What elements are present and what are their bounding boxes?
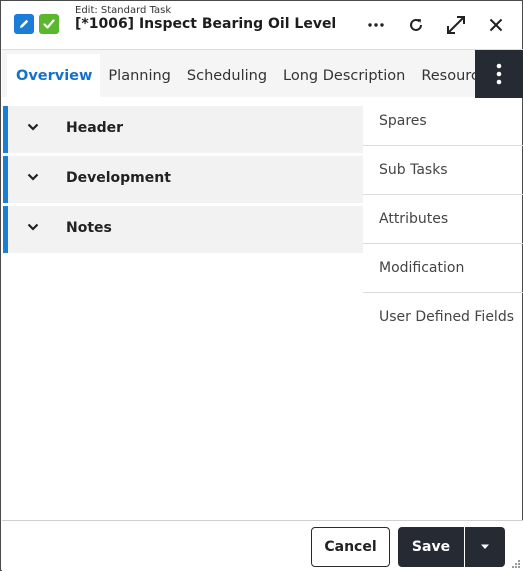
pencil-icon bbox=[14, 14, 34, 34]
resize-grip-icon[interactable] bbox=[511, 559, 521, 569]
section-label: Header bbox=[66, 120, 124, 136]
more-options-button[interactable] bbox=[362, 11, 390, 39]
side-menu: Spares Sub Tasks Attributes Modification… bbox=[363, 97, 523, 342]
refresh-button[interactable] bbox=[402, 11, 430, 39]
expand-button[interactable] bbox=[442, 11, 470, 39]
tab-bar: Overview Planning Scheduling Long Descri… bbox=[2, 49, 523, 98]
save-options-button[interactable] bbox=[465, 527, 505, 567]
section-development[interactable]: Development bbox=[3, 156, 363, 203]
tab-overflow-button[interactable] bbox=[475, 50, 523, 98]
tab-long-description[interactable]: Long Description bbox=[275, 54, 413, 98]
side-item-attributes[interactable]: Attributes bbox=[363, 195, 523, 244]
tab-list: Overview Planning Scheduling Long Descri… bbox=[7, 54, 477, 98]
close-icon bbox=[489, 18, 503, 32]
dialog-subtitle: Edit: Standard Task bbox=[75, 5, 172, 16]
close-button[interactable] bbox=[482, 11, 510, 39]
chevron-down-icon bbox=[27, 173, 39, 181]
tab-planning[interactable]: Planning bbox=[100, 54, 178, 98]
section-notes[interactable]: Notes bbox=[3, 206, 363, 253]
section-label: Development bbox=[66, 170, 171, 186]
tab-overview[interactable]: Overview bbox=[7, 54, 101, 98]
side-item-user-defined-fields[interactable]: User Defined Fields bbox=[363, 293, 523, 342]
title-bar: Edit: Standard Task [*1006] Inspect Bear… bbox=[1, 1, 522, 49]
tab-resources[interactable]: Resources bbox=[413, 54, 477, 98]
edit-dialog: Edit: Standard Task [*1006] Inspect Bear… bbox=[0, 0, 523, 571]
more-vertical-icon bbox=[496, 63, 502, 85]
check-icon bbox=[39, 14, 59, 34]
dialog-title: [*1006] Inspect Bearing Oil Level bbox=[75, 16, 337, 32]
section-header[interactable]: Header bbox=[3, 106, 363, 153]
side-item-sub-tasks[interactable]: Sub Tasks bbox=[363, 146, 523, 195]
chevron-down-icon bbox=[27, 223, 39, 231]
side-item-modification[interactable]: Modification bbox=[363, 244, 523, 293]
section-label: Notes bbox=[66, 220, 112, 236]
tab-scheduling[interactable]: Scheduling bbox=[179, 54, 275, 98]
more-horizontal-icon bbox=[368, 23, 384, 27]
cancel-button[interactable]: Cancel bbox=[311, 527, 390, 567]
save-button[interactable]: Save bbox=[398, 527, 464, 567]
chevron-down-icon bbox=[27, 123, 39, 131]
refresh-icon bbox=[410, 18, 422, 31]
dialog-footer: Cancel Save bbox=[2, 520, 523, 571]
side-item-spares[interactable]: Spares bbox=[363, 97, 523, 146]
caret-down-icon bbox=[481, 544, 489, 549]
expand-icon bbox=[447, 16, 465, 34]
